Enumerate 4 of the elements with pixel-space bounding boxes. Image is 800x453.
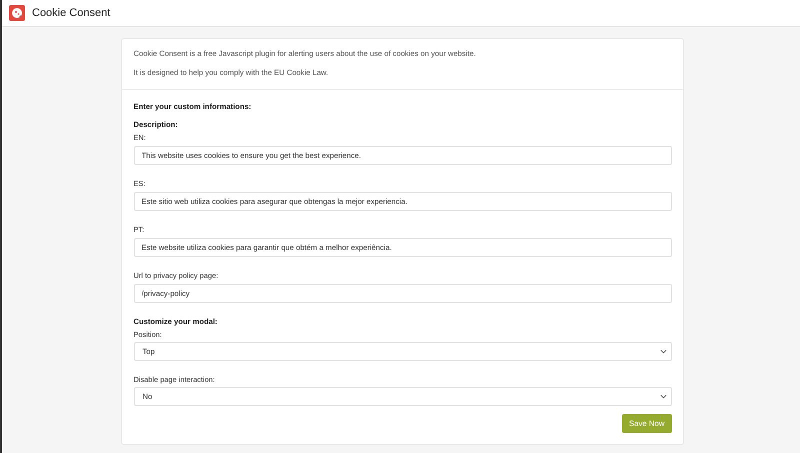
cookie-icon — [9, 5, 25, 21]
chevron-down-icon — [660, 348, 666, 355]
chevron-down-icon — [660, 393, 666, 400]
app-title: Cookie Consent — [32, 7, 110, 19]
